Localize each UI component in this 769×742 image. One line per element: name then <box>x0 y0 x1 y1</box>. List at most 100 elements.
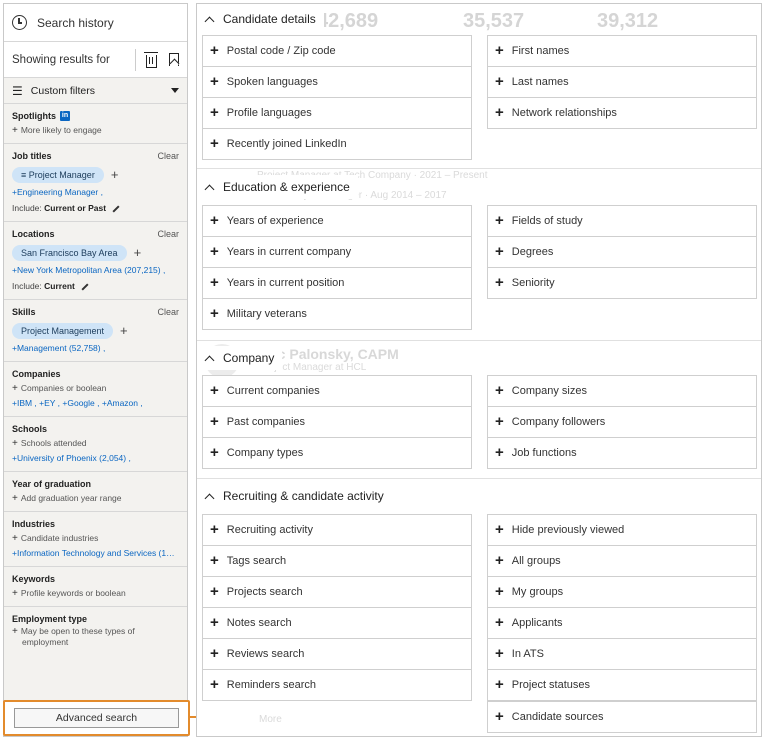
filter-option-military-veterans[interactable]: + Military veterans <box>202 298 472 330</box>
add-employment-type-link[interactable]: + May be open to these types of <box>12 626 179 637</box>
filter-option-seniority[interactable]: + Seniority <box>487 267 757 299</box>
filter-option-candidate-sources[interactable]: + Candidate sources <box>487 701 757 733</box>
location-pill[interactable]: San Francisco Bay Area <box>12 245 127 261</box>
background-stat: 42,689 <box>317 10 379 32</box>
option-label: Recruiting activity <box>226 524 313 536</box>
group-company-toggle[interactable]: Company <box>202 346 283 370</box>
skill-pill[interactable]: Project Management <box>12 323 114 339</box>
group-recruiting-activity-toggle[interactable]: Recruiting & candidate activity <box>202 484 392 508</box>
clear-job-titles-button[interactable]: Clear <box>157 151 179 161</box>
divider <box>197 340 761 341</box>
suggested-location-link[interactable]: +New York Metropolitan Area (207,215) , <box>12 263 179 278</box>
add-job-title-icon[interactable]: + <box>111 168 119 181</box>
filter-option-current-companies[interactable]: + Current companies <box>202 375 472 407</box>
plus-icon: + <box>495 42 504 59</box>
filter-option-years-of-experience[interactable]: + Years of experience <box>202 205 472 237</box>
option-label: Years of experience <box>226 215 324 227</box>
plus-icon: + <box>210 243 219 260</box>
advanced-search-button[interactable]: Advanced search <box>14 708 179 728</box>
include-label: Include: <box>12 203 42 213</box>
filter-locations: Locations Clear San Francisco Bay Area + … <box>4 222 187 300</box>
filter-option-years-in-company[interactable]: + Years in current company <box>202 236 472 268</box>
group-education-experience-toggle[interactable]: Education & experience <box>202 175 358 199</box>
add-school-link[interactable]: + Schools attended <box>12 436 179 451</box>
filter-option-company-types[interactable]: + Company types <box>202 437 472 469</box>
filter-option-past-companies[interactable]: + Past companies <box>202 406 472 438</box>
filter-option-all-groups[interactable]: + All groups <box>487 545 757 577</box>
add-skill-icon[interactable]: + <box>120 324 128 337</box>
add-graduation-year-link[interactable]: + Add graduation year range <box>12 491 179 506</box>
bookmark-icon[interactable] <box>169 53 179 66</box>
clear-locations-button[interactable]: Clear <box>157 229 179 239</box>
suggested-industry-link[interactable]: +Information Technology and Services (16… <box>12 546 179 561</box>
option-label: Fields of study <box>511 215 583 227</box>
filter-option-degrees[interactable]: + Degrees <box>487 236 757 268</box>
pencil-icon[interactable] <box>112 205 120 213</box>
filter-title: Schools <box>12 424 48 434</box>
option-label: Hide previously viewed <box>511 524 625 536</box>
filter-option-tags-search[interactable]: + Tags search <box>202 545 472 577</box>
search-history-button[interactable]: Search history <box>4 4 187 42</box>
filter-option-company-sizes[interactable]: + Company sizes <box>487 375 757 407</box>
filter-option-reminders-search[interactable]: + Reminders search <box>202 669 472 701</box>
filter-option-spoken-languages[interactable]: + Spoken languages <box>202 66 472 98</box>
filter-option-first-names[interactable]: + First names <box>487 35 757 67</box>
chevron-up-icon <box>204 493 215 503</box>
plus-icon: + <box>495 552 504 569</box>
filter-sidebar: Search history Showing results for ☰ Cus… <box>3 3 188 737</box>
suggested-job-title-link[interactable]: +Engineering Manager , <box>12 185 179 200</box>
group-candidate-details-toggle[interactable]: Candidate details <box>202 7 324 31</box>
plus-icon: + <box>495 413 504 430</box>
filter-option-text: More likely to engage <box>20 125 102 135</box>
filter-option-hide-previously-viewed[interactable]: + Hide previously viewed <box>487 514 757 546</box>
option-label: Projects search <box>226 586 303 598</box>
custom-filters-dropdown[interactable]: ☰ Custom filters <box>4 78 187 104</box>
filter-option-last-names[interactable]: + Last names <box>487 66 757 98</box>
add-spotlight-link[interactable]: + More likely to engage <box>12 123 179 138</box>
group-title: Candidate details <box>223 12 316 26</box>
filter-option-years-in-position[interactable]: + Years in current position <box>202 267 472 299</box>
filter-option-recently-joined[interactable]: + Recently joined LinkedIn <box>202 128 472 160</box>
filter-option-job-functions[interactable]: + Job functions <box>487 437 757 469</box>
plus-icon: + <box>210 42 219 59</box>
filter-option-applicants[interactable]: + Applicants <box>487 607 757 639</box>
plus-icon: + <box>210 583 219 600</box>
filter-option-company-followers[interactable]: + Company followers <box>487 406 757 438</box>
suggested-company-link[interactable]: +IBM , +EY , +Google , +Amazon , <box>12 396 179 411</box>
filter-title: Keywords <box>12 574 56 584</box>
filter-option-my-groups[interactable]: + My groups <box>487 576 757 608</box>
filter-option-postal-code[interactable]: + Postal code / Zip code <box>202 35 472 67</box>
filter-option-fields-of-study[interactable]: + Fields of study <box>487 205 757 237</box>
plus-icon: + <box>210 444 219 461</box>
filter-option-projects-search[interactable]: + Projects search <box>202 576 472 608</box>
filter-option-notes-search[interactable]: + Notes search <box>202 607 472 639</box>
trash-icon[interactable] <box>144 51 158 68</box>
add-location-icon[interactable]: + <box>134 246 142 259</box>
option-label: Company followers <box>511 416 606 428</box>
filter-option-network-relationships[interactable]: + Network relationships <box>487 97 757 129</box>
filter-option-recruiting-activity[interactable]: + Recruiting activity <box>202 514 472 546</box>
divider <box>135 48 136 71</box>
filter-option-profile-languages[interactable]: + Profile languages <box>202 97 472 129</box>
filter-option-reviews-search[interactable]: + Reviews search <box>202 638 472 670</box>
suggested-skill-link[interactable]: +Management (52,758) , <box>12 341 179 356</box>
filter-option-text: Schools attended <box>20 438 87 448</box>
filter-option-project-statuses[interactable]: + Project statuses <box>487 669 757 701</box>
add-keyword-link[interactable]: + Profile keywords or boolean <box>12 586 179 601</box>
plus-icon: + <box>495 382 504 399</box>
clear-skills-button[interactable]: Clear <box>157 307 179 317</box>
filter-title: Employment type <box>12 614 88 624</box>
advanced-search-panel: 42,689 35,537 39,312 Project Manager at … <box>196 3 762 737</box>
filter-schools: Schools + Schools attended +University of… <box>4 417 187 472</box>
filter-option-text: Add graduation year range <box>20 493 122 503</box>
plus-icon: + <box>12 125 18 136</box>
filter-option-in-ats[interactable]: + In ATS <box>487 638 757 670</box>
add-industry-link[interactable]: + Candidate industries <box>12 531 179 546</box>
pencil-icon[interactable] <box>81 283 89 291</box>
filter-option-text: May be open to these types of <box>20 626 135 636</box>
plus-icon: + <box>495 444 504 461</box>
suggested-school-link[interactable]: +University of Phoenix (2,054) , <box>12 451 179 466</box>
add-company-link[interactable]: + Companies or boolean <box>12 381 179 396</box>
sliders-icon: ☰ <box>12 83 23 98</box>
job-title-pill[interactable]: ≡ Project Manager <box>12 167 104 183</box>
